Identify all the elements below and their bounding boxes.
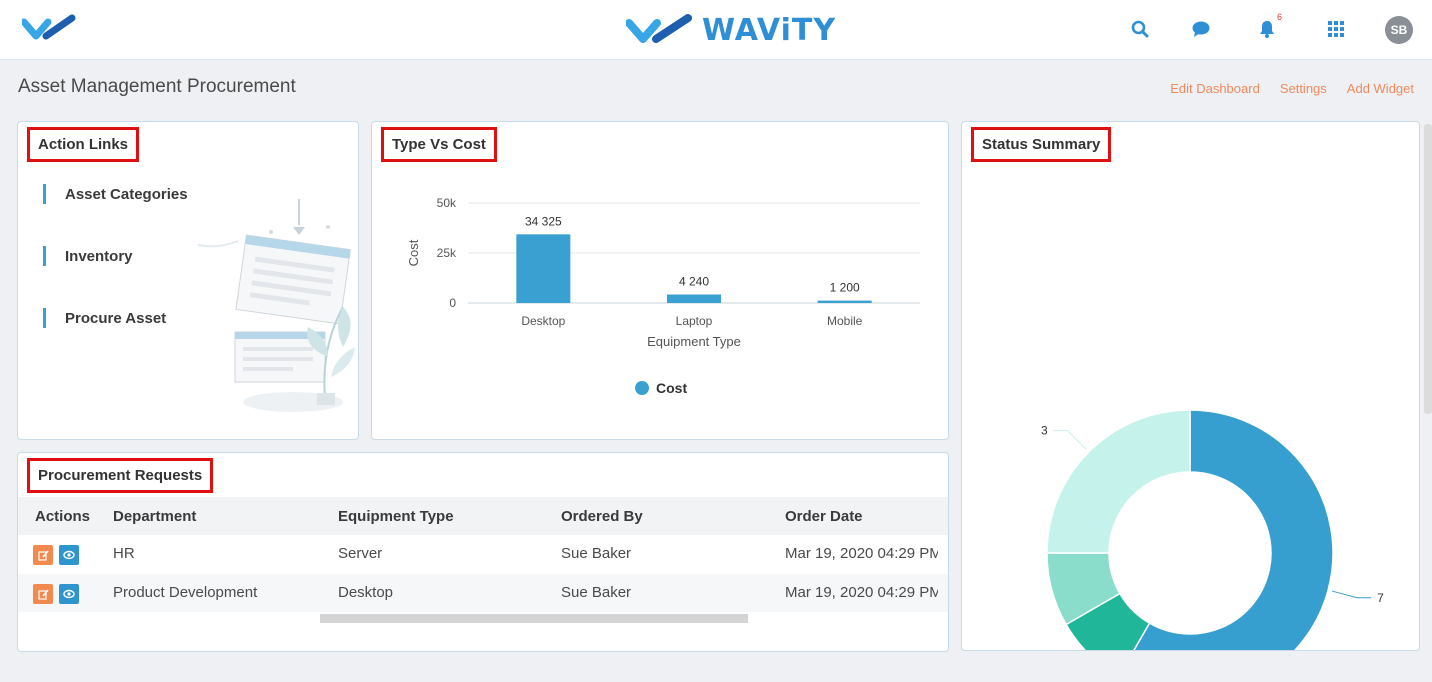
add-widget-link[interactable]: Add Widget [1347, 81, 1414, 96]
cell-ordered-by: Sue Baker [561, 584, 632, 601]
legend-marker[interactable] [635, 381, 649, 395]
table-row: HR Server Sue Baker Mar 19, 2020 04:29 P… [18, 535, 948, 573]
column-header[interactable]: Order Date [785, 508, 863, 525]
slice-connector [1053, 430, 1087, 450]
settings-link[interactable]: Settings [1280, 81, 1327, 96]
action-links-list: Asset Categories Inventory Procure Asset [43, 184, 188, 370]
search-icon[interactable] [1127, 16, 1153, 42]
table-row: Product Development Desktop Sue Baker Ma… [18, 574, 948, 612]
avatar[interactable]: SB [1385, 16, 1413, 44]
bar-mobile[interactable] [817, 300, 872, 303]
status-summary-widget: Status Summary 713 [961, 121, 1420, 651]
widget-title: Action Links [27, 127, 140, 162]
cell-ordered-by: Sue Baker [561, 545, 632, 562]
slice-connector [1331, 590, 1372, 599]
data-label: 34 325 [525, 214, 562, 228]
edit-icon [37, 588, 49, 600]
status-summary-donut-chart: 713 [1041, 409, 1384, 650]
link-label: Procure Asset [65, 309, 167, 327]
eye-icon [63, 589, 75, 599]
documents-illustration-icon [197, 199, 355, 412]
link-marker [43, 246, 46, 266]
logo-icon[interactable] [20, 14, 78, 44]
type-vs-cost-chart: 0 25k 50k Cost 34 325 Desktop 4 240 Laptop 1 200… [406, 196, 920, 396]
column-header[interactable]: Department [113, 508, 196, 525]
slice-label: 7 [1377, 591, 1384, 605]
link-label: Asset Categories [65, 185, 188, 203]
cell-department: HR [113, 545, 135, 562]
column-header[interactable]: Ordered By [561, 508, 643, 525]
y-axis-label: Cost [406, 239, 421, 266]
edit-icon [37, 549, 49, 561]
widget-title: Procurement Requests [27, 458, 214, 493]
page-title: Asset Management Procurement [18, 76, 296, 97]
action-links-widget: Action Links Asset Categories Inventory … [17, 121, 359, 440]
apps-grid-icon[interactable] [1323, 16, 1349, 42]
link-label: Inventory [65, 247, 133, 265]
link-asset-categories[interactable]: Asset Categories [43, 184, 188, 204]
vertical-scrollbar[interactable] [1424, 124, 1432, 414]
eye-icon [63, 550, 75, 560]
link-marker [43, 308, 46, 328]
view-button[interactable] [59, 584, 79, 604]
horizontal-scrollbar[interactable] [320, 614, 748, 623]
view-button[interactable] [59, 545, 79, 565]
top-bar: WAViTY 6 SB [0, 0, 1432, 60]
link-procure-asset[interactable]: Procure Asset [43, 308, 188, 328]
slice-label: 3 [1041, 424, 1048, 438]
chat-icon[interactable] [1188, 16, 1214, 42]
edit-button[interactable] [33, 545, 53, 565]
edit-dashboard-link[interactable]: Edit Dashboard [1170, 81, 1260, 96]
link-inventory[interactable]: Inventory [43, 246, 188, 266]
page-actions: Edit Dashboard Settings Add Widget [1170, 81, 1414, 96]
brand-logo: WAViTY [626, 12, 836, 48]
x-axis-label: Equipment Type [647, 334, 741, 349]
link-marker [43, 184, 46, 204]
x-tick-label: Mobile [827, 314, 863, 328]
y-tick-label: 50k [437, 196, 457, 210]
column-header[interactable]: Equipment Type [338, 508, 454, 525]
cell-order-date: Mar 19, 2020 04:29 PM [785, 545, 938, 562]
data-label: 1 200 [830, 281, 860, 295]
cell-department: Product Development [113, 584, 258, 601]
brand-mark-icon [626, 14, 692, 43]
table-header: Actions Department Equipment Type Ordere… [18, 497, 948, 535]
x-tick-label: Desktop [521, 314, 565, 328]
cell-order-date: Mar 19, 2020 04:29 PM [785, 584, 938, 601]
cell-equipment-type: Server [338, 545, 383, 562]
brand-name: WAViTY [702, 12, 837, 48]
bell-icon[interactable]: 6 [1254, 12, 1282, 42]
procurement-requests-widget: Procurement Requests Actions Department … [17, 452, 949, 652]
cell-equipment-type: Desktop [338, 584, 394, 601]
data-label: 4 240 [679, 275, 709, 289]
column-header[interactable]: Actions [35, 508, 90, 525]
edit-button[interactable] [33, 584, 53, 604]
notification-badge: 6 [1276, 12, 1282, 22]
y-tick-label: 0 [449, 296, 456, 310]
bar-laptop[interactable] [667, 294, 721, 303]
y-tick-label: 25k [437, 246, 457, 260]
type-vs-cost-widget: Type Vs Cost 0 25k 50k Cost 34 325 Desktop 4 2… [371, 121, 949, 440]
bar-desktop[interactable] [516, 234, 571, 303]
x-tick-label: Laptop [676, 314, 713, 328]
legend-label[interactable]: Cost [656, 380, 687, 396]
